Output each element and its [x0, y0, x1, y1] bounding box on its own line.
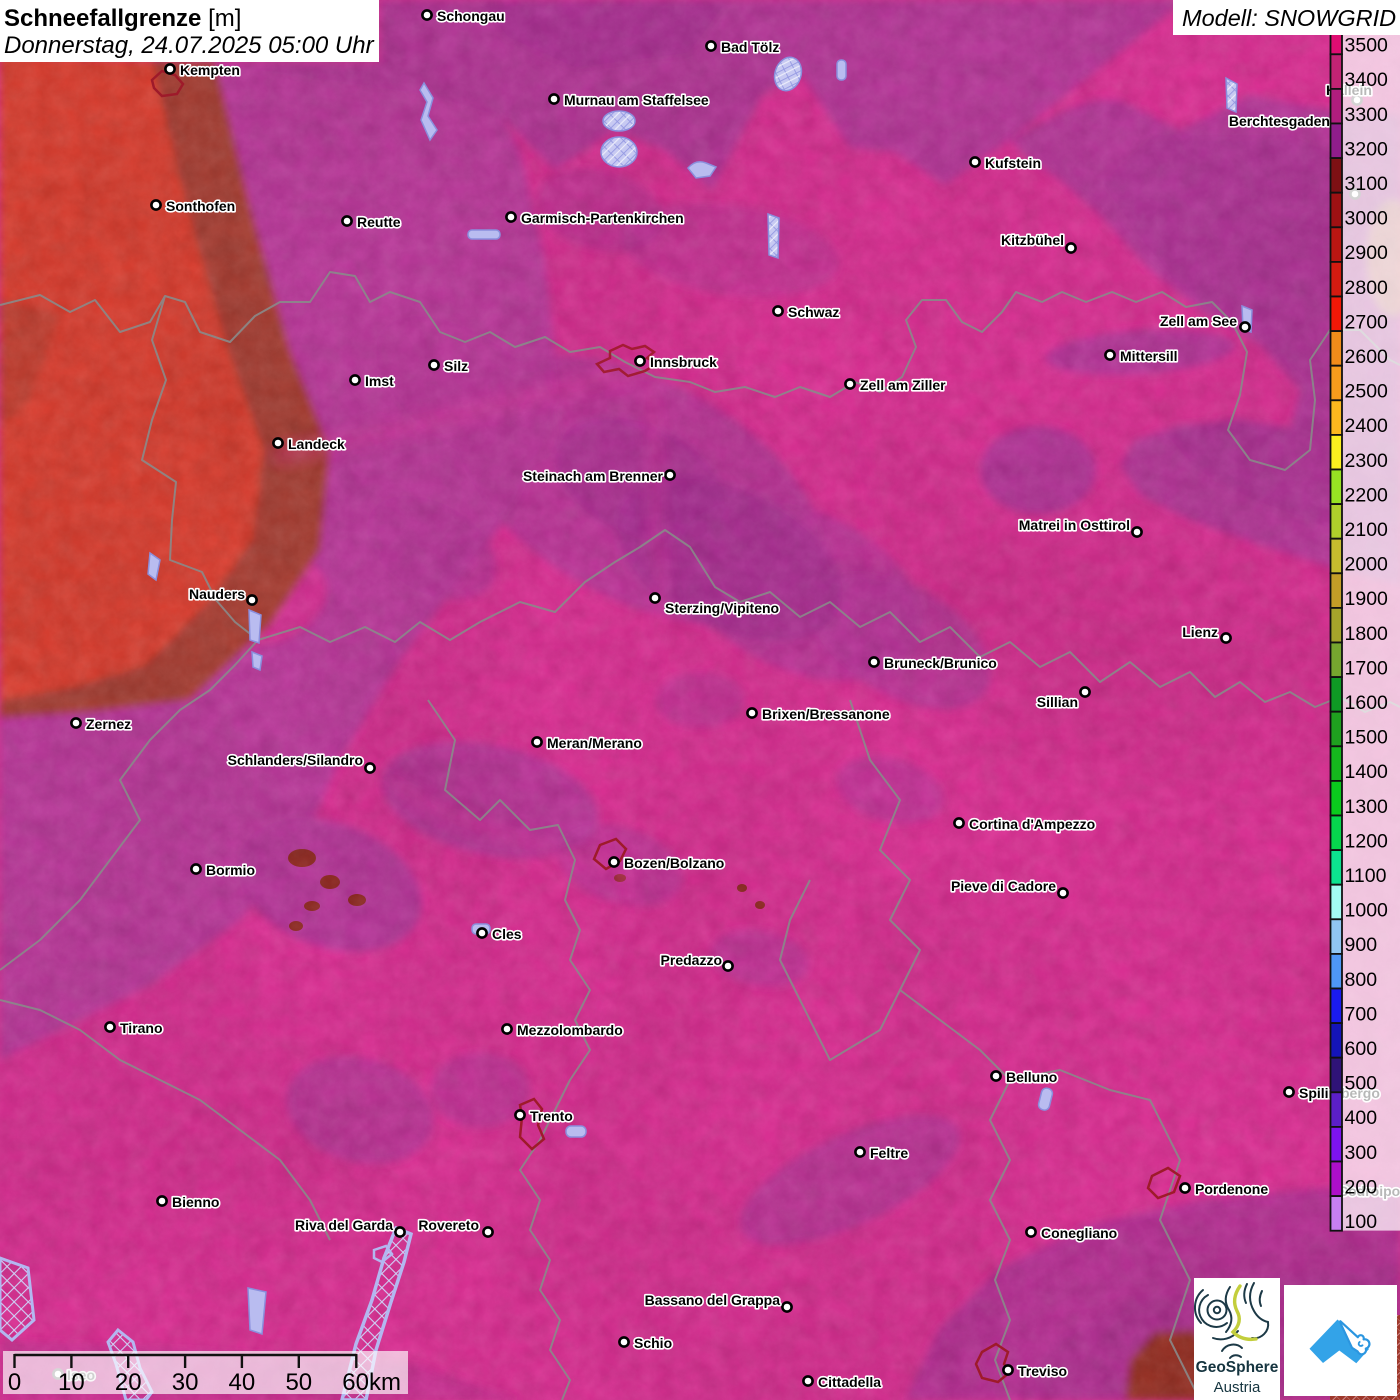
- svg-text:Lienz: Lienz: [1182, 624, 1218, 640]
- svg-text:Feltre: Feltre: [870, 1145, 908, 1161]
- svg-text:Bad Tölz: Bad Tölz: [721, 39, 779, 55]
- svg-text:Mezzolombardo: Mezzolombardo: [517, 1022, 623, 1038]
- svg-text:100: 100: [1345, 1211, 1378, 1233]
- svg-text:3200: 3200: [1345, 138, 1389, 160]
- svg-text:60km: 60km: [342, 1369, 401, 1396]
- svg-text:Zell am Ziller: Zell am Ziller: [860, 377, 946, 393]
- svg-text:3000: 3000: [1345, 208, 1389, 230]
- svg-text:2300: 2300: [1345, 450, 1389, 472]
- svg-text:Cortina d'Ampezzo: Cortina d'Ampezzo: [969, 816, 1095, 832]
- svg-text:900: 900: [1345, 934, 1378, 956]
- svg-text:1400: 1400: [1345, 761, 1389, 783]
- svg-text:Zell am See: Zell am See: [1160, 313, 1237, 329]
- svg-text:2900: 2900: [1345, 242, 1389, 264]
- svg-text:1600: 1600: [1345, 692, 1389, 714]
- svg-text:800: 800: [1345, 969, 1378, 991]
- svg-text:50: 50: [285, 1369, 312, 1396]
- svg-text:Innsbruck: Innsbruck: [650, 354, 717, 370]
- svg-text:1800: 1800: [1345, 623, 1389, 645]
- svg-text:2700: 2700: [1345, 311, 1389, 333]
- svg-text:1700: 1700: [1345, 657, 1389, 679]
- svg-text:300: 300: [1345, 1142, 1378, 1164]
- svg-text:Tirano: Tirano: [120, 1020, 163, 1036]
- svg-text:Bienno: Bienno: [172, 1194, 219, 1210]
- svg-text:Sterzing/Vipiteno: Sterzing/Vipiteno: [665, 600, 779, 616]
- svg-text:Schongau: Schongau: [437, 8, 505, 24]
- svg-text:Nauders: Nauders: [189, 586, 245, 602]
- svg-text:2000: 2000: [1345, 554, 1389, 576]
- svg-text:2400: 2400: [1345, 415, 1389, 437]
- svg-text:2800: 2800: [1345, 277, 1389, 299]
- svg-text:Kufstein: Kufstein: [985, 155, 1041, 171]
- svg-text:Schwaz: Schwaz: [788, 304, 839, 320]
- svg-text:500: 500: [1345, 1073, 1378, 1095]
- svg-text:3400: 3400: [1345, 69, 1389, 91]
- svg-text:Berchtesgaden: Berchtesgaden: [1229, 113, 1330, 129]
- svg-text:3500: 3500: [1345, 35, 1389, 57]
- svg-text:Silz: Silz: [444, 358, 468, 374]
- svg-text:Pordenone: Pordenone: [1195, 1181, 1268, 1197]
- svg-text:Conegliano: Conegliano: [1041, 1225, 1117, 1241]
- svg-text:Brixen/Bressanone: Brixen/Bressanone: [762, 706, 890, 722]
- svg-text:Zernez: Zernez: [86, 716, 131, 732]
- svg-text:2500: 2500: [1345, 381, 1389, 403]
- svg-text:Predazzo: Predazzo: [661, 952, 722, 968]
- svg-text:Rovereto: Rovereto: [418, 1217, 479, 1233]
- svg-text:Mittersill: Mittersill: [1120, 348, 1178, 364]
- svg-text:Modell: SNOWGRID: Modell: SNOWGRID: [1182, 5, 1396, 31]
- svg-text:Donnerstag, 24.07.2025 05:00 U: Donnerstag, 24.07.2025 05:00 Uhr: [4, 32, 375, 59]
- svg-text:1000: 1000: [1345, 900, 1389, 922]
- svg-text:Austria: Austria: [1214, 1379, 1261, 1396]
- svg-text:0: 0: [8, 1369, 21, 1396]
- svg-text:Steinach am Brenner: Steinach am Brenner: [523, 468, 664, 484]
- svg-text:400: 400: [1345, 1107, 1378, 1129]
- svg-text:Landeck: Landeck: [288, 436, 345, 452]
- svg-text:Bozen/Bolzano: Bozen/Bolzano: [624, 855, 724, 871]
- svg-text:Matrei in Osttirol: Matrei in Osttirol: [1019, 517, 1130, 533]
- svg-text:1300: 1300: [1345, 796, 1389, 818]
- svg-text:1900: 1900: [1345, 588, 1389, 610]
- svg-text:Bormio: Bormio: [206, 862, 255, 878]
- svg-text:Belluno: Belluno: [1006, 1069, 1057, 1085]
- svg-text:Bassano del Grappa: Bassano del Grappa: [645, 1292, 781, 1308]
- svg-text:Pieve di Cadore: Pieve di Cadore: [951, 878, 1056, 894]
- svg-text:Schneefallgrenze [m]: Schneefallgrenze [m]: [4, 5, 241, 32]
- svg-text:2100: 2100: [1345, 519, 1389, 541]
- svg-text:40: 40: [229, 1369, 256, 1396]
- svg-text:Kitzbühel: Kitzbühel: [1001, 232, 1064, 248]
- svg-text:Murnau am Staffelsee: Murnau am Staffelsee: [564, 92, 709, 108]
- svg-text:10: 10: [58, 1369, 85, 1396]
- svg-text:200: 200: [1345, 1176, 1378, 1198]
- svg-text:1200: 1200: [1345, 830, 1389, 852]
- svg-text:Bruneck/Brunico: Bruneck/Brunico: [884, 655, 997, 671]
- svg-text:Sonthofen: Sonthofen: [166, 198, 235, 214]
- svg-text:20: 20: [115, 1369, 142, 1396]
- svg-text:600: 600: [1345, 1038, 1378, 1060]
- svg-text:Riva del Garda: Riva del Garda: [295, 1217, 393, 1233]
- svg-text:Imst: Imst: [365, 373, 394, 389]
- svg-text:1500: 1500: [1345, 727, 1389, 749]
- svg-text:Sillian: Sillian: [1037, 694, 1078, 710]
- svg-text:3300: 3300: [1345, 104, 1389, 126]
- svg-text:Schio: Schio: [634, 1335, 672, 1351]
- svg-text:Reutte: Reutte: [357, 214, 401, 230]
- svg-text:1100: 1100: [1345, 865, 1387, 887]
- svg-text:Cittadella: Cittadella: [818, 1374, 881, 1390]
- svg-text:2600: 2600: [1345, 346, 1389, 368]
- svg-text:Kempten: Kempten: [180, 62, 240, 78]
- svg-text:Schlanders/Silandro: Schlanders/Silandro: [228, 752, 363, 768]
- svg-text:Garmisch-Partenkirchen: Garmisch-Partenkirchen: [521, 210, 684, 226]
- svg-text:2200: 2200: [1345, 484, 1389, 506]
- svg-text:GeoSphere: GeoSphere: [1196, 1359, 1279, 1376]
- svg-text:Trento: Trento: [530, 1108, 573, 1124]
- svg-text:30: 30: [172, 1369, 199, 1396]
- svg-text:Cles: Cles: [492, 926, 522, 942]
- svg-text:700: 700: [1345, 1003, 1378, 1025]
- svg-text:Meran/Merano: Meran/Merano: [547, 735, 642, 751]
- svg-text:Treviso: Treviso: [1018, 1363, 1067, 1379]
- svg-text:3100: 3100: [1345, 173, 1389, 195]
